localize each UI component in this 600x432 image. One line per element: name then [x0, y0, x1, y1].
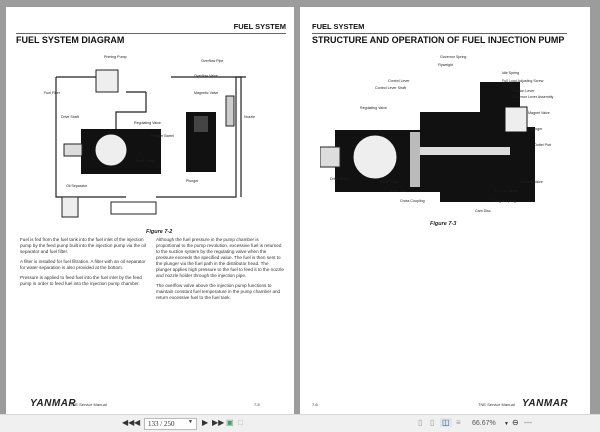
- diagram-label: Tension Lever: [512, 89, 535, 93]
- diagram-label: Plunger: [186, 179, 199, 183]
- diagram-label: Magnetic Valve: [194, 91, 218, 95]
- continuous-view-icon[interactable]: ▯: [430, 418, 434, 427]
- diagram-label: Magnet Valve: [528, 111, 550, 115]
- diagram-label: Delivery Valve: [520, 180, 543, 184]
- zoom-slider[interactable]: —: [524, 418, 532, 427]
- page-number: 7-5: [254, 402, 260, 407]
- diagram-label: Control Sleeve: [495, 189, 519, 193]
- yanmar-logo: YANMAR: [522, 398, 569, 409]
- first-page-button[interactable]: ◀◀: [122, 418, 134, 427]
- pdf-toolbar: ◀◀ ◀ 133 / 250 ▼ ▶ ▶▶ ▣ □ ▯ ▯ ◫ ≡ 66.67% …: [0, 414, 600, 432]
- page-header: FUEL SYSTEM: [16, 22, 286, 34]
- diagram-label: Regulating Valve: [360, 106, 387, 110]
- diagram-label: Nozzle: [244, 115, 255, 119]
- diagram-label: Cross Coupling: [400, 199, 425, 203]
- paragraph: Although the fuel pressure in the pump c…: [156, 237, 284, 278]
- diagram-label: Outlet Port: [534, 143, 551, 147]
- diagram-label: Oil Separator: [66, 184, 88, 188]
- scroll-view-icon[interactable]: ≡: [456, 418, 461, 427]
- zoom-dropdown-icon[interactable]: ▼: [504, 421, 509, 427]
- diagram-label: Feed Pump: [136, 159, 155, 163]
- diagram-label: Feed Pump: [380, 180, 399, 184]
- insert-page-icon[interactable]: ▣: [226, 418, 234, 427]
- diagram-label: Drive Shaft: [330, 177, 348, 181]
- previous-page-button[interactable]: ◀: [134, 418, 140, 427]
- figure-caption: Figure 7-3: [430, 221, 457, 227]
- next-page-button[interactable]: ▶: [202, 418, 208, 427]
- diagram-label: Idle Spring: [502, 71, 519, 75]
- diagram-label: Governor Lever Assembly: [512, 95, 554, 99]
- diagram-label: Control Lever: [388, 79, 410, 83]
- diagram-label: Cam Disc: [475, 209, 491, 213]
- zoom-level[interactable]: 66.67%: [472, 420, 496, 427]
- page-title: FUEL SYSTEM DIAGRAM: [16, 35, 125, 45]
- paragraph: Pressure is applied to feed fuel into th…: [20, 275, 142, 286]
- diagram-label: Priming Pump: [104, 55, 127, 59]
- diagram-label: Flyweight: [438, 63, 453, 67]
- diagram-label: Drive Shaft: [61, 115, 79, 119]
- diagram-label: Regulating Valve: [134, 121, 161, 125]
- right-page: FUEL SYSTEM STRUCTURE AND OPERATION OF F…: [300, 7, 590, 417]
- page-number: 7-6: [312, 402, 318, 407]
- diagram-label: Plunger: [530, 127, 543, 131]
- single-page-view-icon[interactable]: ▯: [418, 418, 422, 427]
- injection-pump-diagram: Governor Spring Flyweight Idle Spring Co…: [320, 55, 554, 213]
- page-header: FUEL SYSTEM: [312, 22, 567, 34]
- diagram-label: Plunger Barrel: [151, 134, 174, 138]
- diagram-label: Full Load Adjusting Screw: [502, 79, 544, 83]
- diagram-label: Plunger Spring: [492, 199, 516, 203]
- zoom-out-button[interactable]: ⊖: [512, 418, 519, 427]
- extract-page-icon[interactable]: □: [238, 418, 243, 427]
- figure-caption: Figure 7-2: [146, 229, 173, 235]
- manual-name: TNE Service Manual: [478, 402, 515, 407]
- diagram-label: Fuel Filter: [44, 91, 61, 95]
- paragraph: The overflow valve above the injection p…: [156, 283, 281, 300]
- paragraph: Fuel is fed from the fuel tank into the …: [20, 237, 146, 254]
- left-page: FUEL SYSTEM FUEL SYSTEM DIAGRAM Priming …: [6, 7, 294, 417]
- fuel-system-diagram: Priming Pump Overflow Pipe Overflow Valv…: [44, 55, 255, 218]
- paragraph: A filter is installed for fuel filtratio…: [20, 259, 146, 270]
- diagram-label: Overflow Pipe: [201, 59, 223, 63]
- diagram-label: Governor Spring: [440, 55, 466, 59]
- text-column-1: Fuel is fed from the fuel tank into the …: [20, 237, 146, 291]
- last-page-button[interactable]: ▶▶: [212, 418, 224, 427]
- page-title: STRUCTURE AND OPERATION OF FUEL INJECTIO…: [312, 35, 565, 45]
- two-page-view-icon[interactable]: ◫: [440, 418, 452, 427]
- diagram-label: Control Lever Shaft: [375, 86, 406, 90]
- diagram-label: Overflow Valve: [194, 74, 218, 78]
- manual-name: TNE Service Manual: [70, 402, 107, 407]
- page-number-input[interactable]: 133 / 250 ▼: [144, 418, 197, 430]
- text-column-2: Although the fuel pressure in the pump c…: [156, 237, 284, 305]
- page-number-value: 133 / 250: [148, 420, 175, 428]
- diagram-label: Drive Gear: [390, 189, 408, 193]
